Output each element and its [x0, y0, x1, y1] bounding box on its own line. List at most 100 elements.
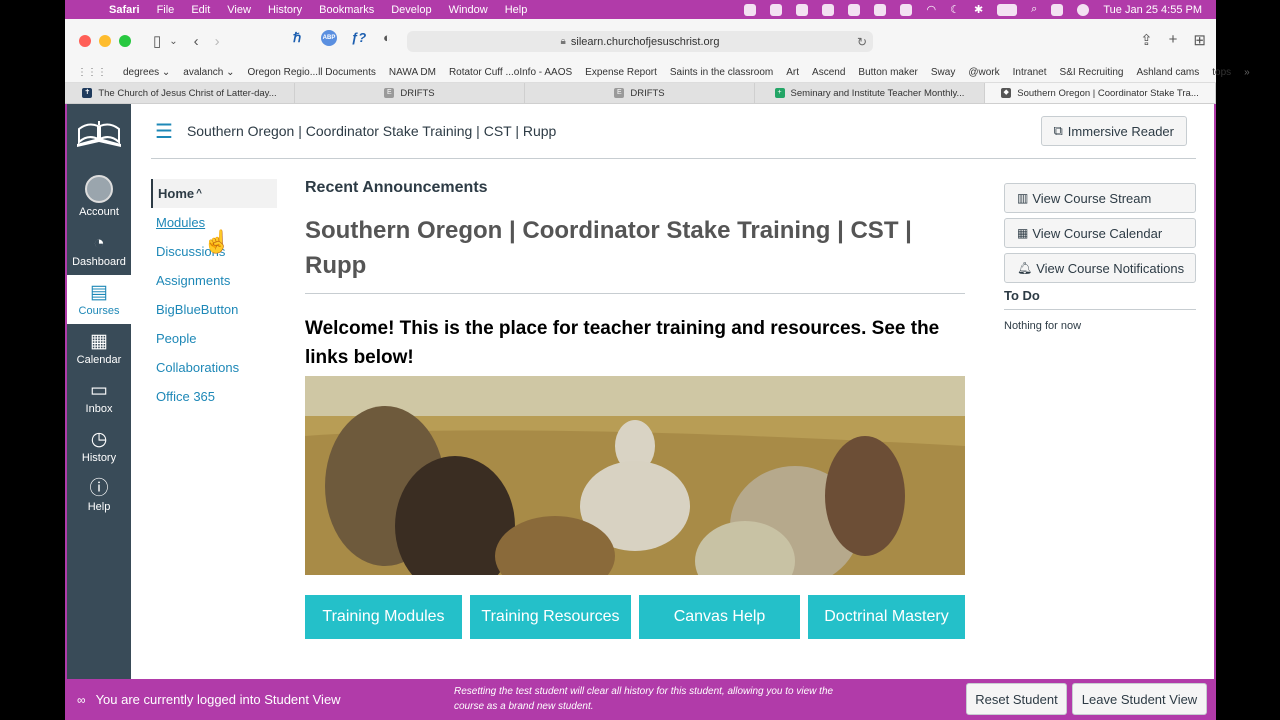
tab-label: DRIFTS	[400, 87, 435, 99]
bookmark[interactable]: Sway	[931, 67, 955, 78]
nav-inbox[interactable]: ▭ Inbox	[67, 373, 131, 422]
forward-icon[interactable]: ›	[215, 33, 220, 50]
hamburger-menu-icon[interactable]: ☰	[155, 119, 173, 144]
inbox-icon: ▭	[90, 379, 108, 401]
browser-tab[interactable]: E DRIFTS	[525, 83, 755, 103]
share-icon[interactable]: ⇪	[1140, 31, 1153, 49]
bookmark[interactable]: degrees ⌄	[123, 67, 170, 78]
leave-student-view-button[interactable]: Leave Student View	[1072, 683, 1207, 715]
close-window-button[interactable]	[79, 35, 91, 47]
lock-icon: 🔒︎	[560, 36, 566, 47]
bookmark[interactable]: tops	[1212, 67, 1231, 78]
nav-calendar[interactable]: ▦ Calendar	[67, 324, 131, 373]
browser-tab[interactable]: + Seminary and Institute Teacher Monthly.…	[755, 83, 985, 103]
todo-empty-text: Nothing for now	[1004, 320, 1082, 332]
status-icon[interactable]	[848, 3, 861, 16]
bookmark[interactable]: Button maker	[858, 67, 917, 78]
battery-icon[interactable]	[997, 3, 1018, 16]
status-icon[interactable]	[744, 3, 757, 16]
chevron-down-icon[interactable]: ⌄	[169, 36, 177, 47]
new-tab-icon[interactable]: +	[1169, 31, 1178, 49]
tab-favicon-icon: E	[384, 88, 395, 98]
wifi-icon[interactable]: ◠	[926, 3, 936, 16]
mac-menu-bar: Safari File Edit View History Bookmarks …	[65, 0, 1216, 19]
bookmark[interactable]: @work	[968, 67, 999, 78]
clock-icon: ◷	[90, 428, 108, 450]
course-nav-people[interactable]: People	[151, 324, 277, 353]
logo[interactable]	[67, 104, 131, 166]
course-nav-office-365[interactable]: Office 365	[151, 382, 277, 411]
browser-tab[interactable]: E DRIFTS	[295, 83, 525, 103]
adblock-icon[interactable]: ABP	[321, 30, 337, 46]
menu-view[interactable]: View	[227, 4, 251, 16]
more-bookmarks-icon[interactable]: »	[1244, 67, 1250, 78]
course-nav-bigbluebutton[interactable]: BigBlueButton	[151, 295, 277, 324]
immersive-reader-button[interactable]: ⧉ Immersive Reader	[1040, 116, 1187, 146]
menu-bookmarks[interactable]: Bookmarks	[319, 4, 374, 16]
view-course-calendar-button[interactable]: ▦ View Course Calendar	[1004, 218, 1196, 248]
minimize-window-button[interactable]	[99, 35, 111, 47]
status-icon[interactable]	[770, 3, 783, 16]
status-icon[interactable]	[874, 3, 887, 16]
menu-safari[interactable]: Safari	[109, 4, 140, 16]
bookmark[interactable]: Oregon Regio...ll Documents	[247, 67, 375, 78]
student-view-message: You are currently logged into Student Vi…	[95, 692, 341, 707]
breadcrumb[interactable]: Southern Oregon | Coordinator Stake Trai…	[187, 123, 556, 139]
address-bar[interactable]: 🔒︎ silearn.churchofjesuschrist.org ↻	[407, 31, 873, 52]
control-center-icon[interactable]	[1051, 3, 1064, 16]
view-course-stream-button[interactable]: ▥ View Course Stream	[1004, 183, 1196, 213]
view-course-notifications-button[interactable]: 🔔︎ View Course Notifications	[1004, 253, 1196, 283]
bookmark[interactable]: S&I Recruiting	[1060, 67, 1124, 78]
moon-icon[interactable]: ☾	[950, 3, 960, 16]
canvas-help-button[interactable]: Canvas Help	[639, 595, 800, 639]
search-icon[interactable]: ⌕	[1031, 3, 1037, 16]
back-icon[interactable]: ‹	[194, 33, 199, 50]
menu-history[interactable]: History	[268, 4, 302, 16]
menu-develop[interactable]: Develop	[391, 4, 431, 16]
nav-account[interactable]: Account	[67, 166, 131, 226]
extension-h-icon[interactable]: ℏ	[293, 30, 301, 46]
training-resources-button[interactable]: Training Resources	[470, 595, 631, 639]
grid-icon[interactable]: ⋮⋮⋮	[77, 67, 107, 78]
zoom-window-button[interactable]	[119, 35, 131, 47]
nav-courses[interactable]: ▤ Courses	[67, 275, 131, 324]
tab-overview-icon[interactable]: ⊞	[1193, 31, 1206, 49]
nav-dashboard[interactable]: ◔ Dashboard	[67, 226, 131, 275]
course-nav-home[interactable]: Home ^	[151, 179, 277, 208]
browser-tab[interactable]: ✝ The Church of Jesus Christ of Latter-da…	[65, 83, 295, 103]
reset-student-button[interactable]: Reset Student	[966, 683, 1067, 715]
bluetooth-icon[interactable]: ✱	[974, 3, 983, 16]
help-status-icon[interactable]	[796, 3, 809, 16]
siri-icon[interactable]	[1077, 3, 1090, 16]
bookmark[interactable]: Art	[786, 67, 799, 78]
reload-icon[interactable]: ↻	[857, 35, 867, 49]
course-nav-collaborations[interactable]: Collaborations	[151, 353, 277, 382]
bookmark[interactable]: Ascend	[812, 67, 845, 78]
status-icon[interactable]	[900, 3, 913, 16]
menu-file[interactable]: File	[157, 4, 175, 16]
nav-history[interactable]: ◷ History	[67, 422, 131, 471]
bookmark[interactable]: Saints in the classroom	[670, 67, 773, 78]
shield-status-icon[interactable]	[822, 3, 835, 16]
menu-edit[interactable]: Edit	[191, 4, 210, 16]
bookmark[interactable]: NAWA DM	[389, 67, 436, 78]
bookmark[interactable]: Rotator Cuff ...oInfo - AAOS	[449, 67, 572, 78]
tab-favicon-icon: +	[774, 88, 785, 98]
extension-f-icon[interactable]: ƒ?	[351, 30, 366, 45]
tab-favicon-icon: ✝	[82, 88, 93, 98]
bookmark[interactable]: Ashland cams	[1136, 67, 1199, 78]
sidebar-icon[interactable]: ▯	[153, 32, 161, 50]
menu-help[interactable]: Help	[505, 4, 528, 16]
training-modules-button[interactable]: Training Modules	[305, 595, 462, 639]
nav-help[interactable]: ⓘ Help	[67, 471, 131, 520]
clock[interactable]: Tue Jan 25 4:55 PM	[1103, 4, 1202, 16]
course-nav-assignments[interactable]: Assignments	[151, 266, 277, 295]
privacy-shield-icon[interactable]: ◐	[383, 30, 391, 45]
menu-window[interactable]: Window	[449, 4, 488, 16]
student-view-bar: ∞ You are currently logged into Student …	[67, 679, 1214, 720]
browser-tab-active[interactable]: ◆ Southern Oregon | Coordinator Stake Tra…	[985, 83, 1216, 103]
bookmark[interactable]: Expense Report	[585, 67, 657, 78]
bookmark[interactable]: avalanch ⌄	[183, 67, 234, 78]
doctrinal-mastery-button[interactable]: Doctrinal Mastery	[808, 595, 965, 639]
bookmark[interactable]: Intranet	[1013, 67, 1047, 78]
